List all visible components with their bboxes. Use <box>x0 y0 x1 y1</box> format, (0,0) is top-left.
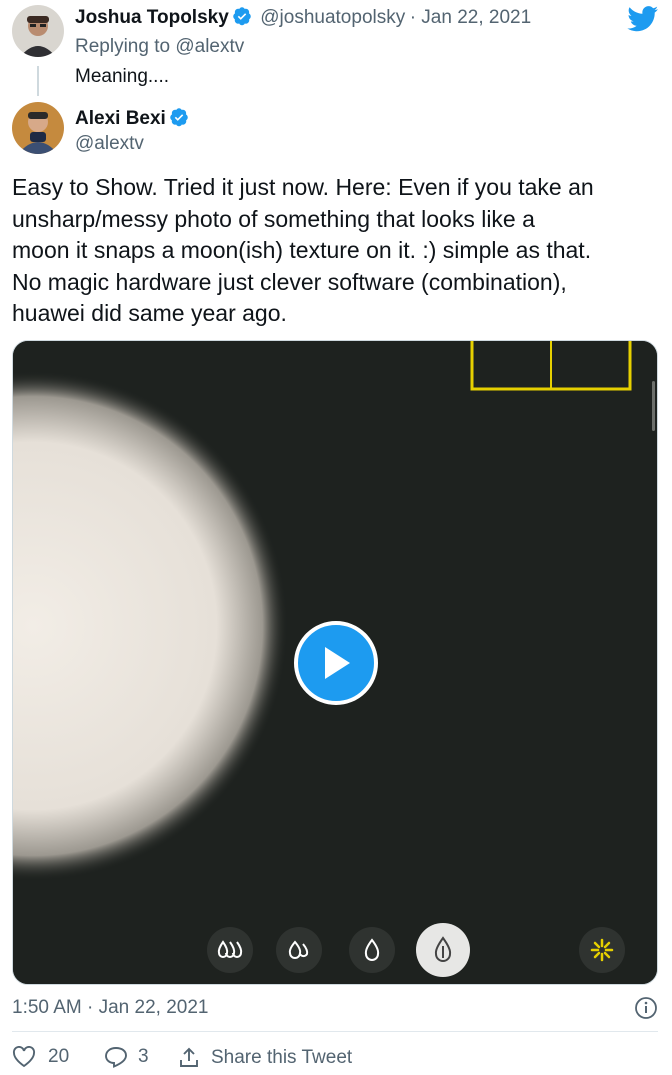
author-name[interactable]: Alexi Bexi <box>75 108 166 129</box>
tweet-text-line: Easy to Show. Tried it just now. Here: E… <box>12 174 594 200</box>
author-line: Alexi Bexi <box>75 107 189 132</box>
ai-scene-icon[interactable] <box>579 927 625 973</box>
reply-button[interactable]: 3 <box>104 1046 149 1068</box>
author-handle[interactable]: @alextv <box>75 133 144 155</box>
tweet-text-line: moon it snaps a moon(ish) texture on it.… <box>12 237 592 263</box>
like-count: 20 <box>48 1046 70 1067</box>
play-button[interactable] <box>294 621 378 705</box>
tweet-text-line: unsharp/messy photo of something that lo… <box>12 205 535 232</box>
tweet-text-line: No magic hardware just clever software (… <box>12 268 567 295</box>
parent-author-name[interactable]: Joshua Topolsky <box>75 7 229 28</box>
heart-icon <box>13 1046 35 1068</box>
reply-icon <box>105 1047 127 1068</box>
tweet-timestamp[interactable]: 1:50 AM · Jan 22, 2021 <box>12 997 208 1019</box>
replying-to-label[interactable]: Replying to @alextv <box>75 36 244 58</box>
parent-author-avatar[interactable] <box>12 5 64 57</box>
camera-mode-icon[interactable] <box>349 927 395 973</box>
footer-divider <box>12 1031 658 1032</box>
share-button[interactable]: Share this Tweet <box>177 1046 352 1070</box>
info-icon[interactable] <box>634 996 658 1025</box>
play-icon <box>325 647 350 679</box>
camera-mode-icon[interactable] <box>207 927 253 973</box>
camera-mode-icon[interactable] <box>276 927 322 973</box>
video-player[interactable] <box>12 340 658 985</box>
thread-connector-line <box>37 66 39 96</box>
verified-badge-icon <box>169 107 189 132</box>
share-label: Share this Tweet <box>211 1047 353 1068</box>
parent-author-handle[interactable]: @joshuatopolsky <box>260 7 405 28</box>
verified-badge-icon <box>232 6 252 31</box>
author-avatar[interactable] <box>12 102 64 154</box>
like-button[interactable]: 20 <box>12 1046 69 1068</box>
tweet-text: Easy to Show. Tried it just now. Here: E… <box>12 172 662 330</box>
tweet-text-line: huawei did same year ago. <box>12 300 287 326</box>
reply-count: 3 <box>138 1046 149 1067</box>
parent-tweet-date[interactable]: · Jan 22, 2021 <box>410 7 531 28</box>
share-icon <box>180 1047 198 1067</box>
camera-mode-icon-active[interactable] <box>416 923 470 977</box>
twitter-bird-icon[interactable] <box>627 6 659 37</box>
parent-author-line: Joshua Topolsky @joshuatopolsky · Jan 22… <box>75 6 531 31</box>
parent-tweet-text: Meaning.... <box>75 66 169 87</box>
